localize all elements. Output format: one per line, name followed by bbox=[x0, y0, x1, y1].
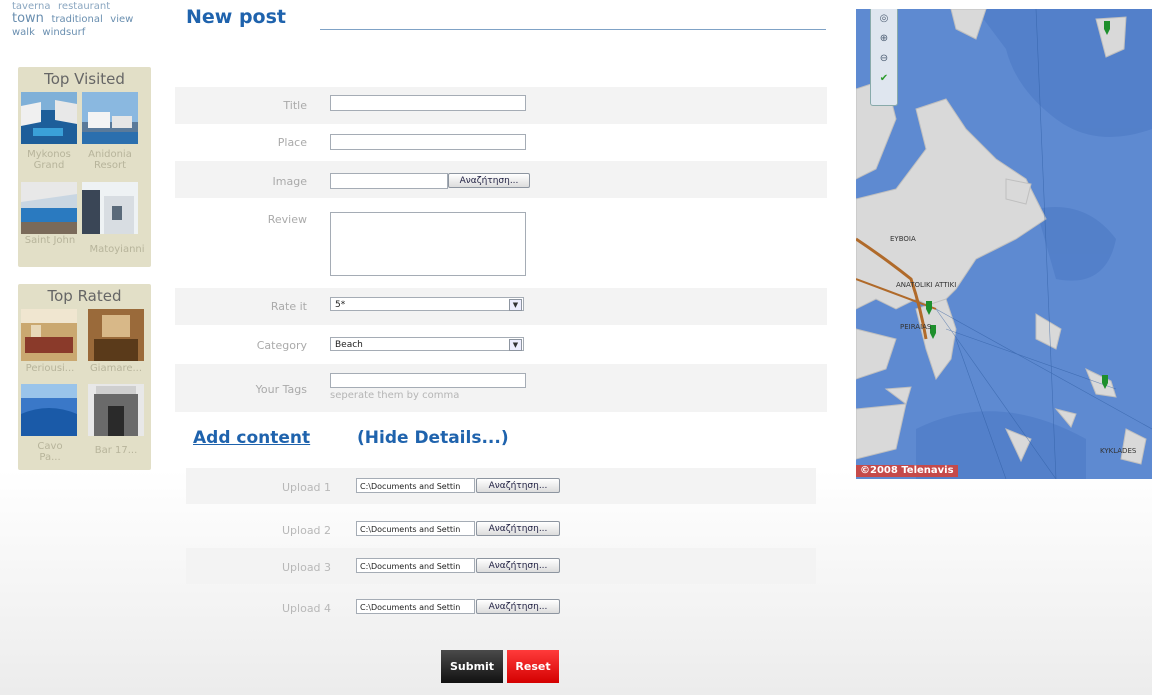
map-view[interactable]: EYBOIA ANATOLIKI ATTIKI PEIRAIAS KYKLADE… bbox=[856, 9, 1152, 479]
upload-file-input[interactable]: C:\Documents and Settin bbox=[356, 521, 475, 536]
review-label: Review bbox=[267, 213, 307, 226]
upload-file-input[interactable]: C:\Documents and Settin bbox=[356, 599, 475, 614]
thumbnail-caption[interactable]: Saint John bbox=[21, 235, 79, 246]
top-rated-box: Top Rated Periousi... Giamare... Cavo Pa… bbox=[18, 284, 151, 470]
thumbnail-caption[interactable]: Anidonia Resort bbox=[82, 149, 138, 171]
thumbnail-caption[interactable]: Matoyianni bbox=[82, 244, 152, 255]
add-content-link[interactable]: Add content bbox=[193, 428, 310, 448]
photo-street-icon bbox=[82, 182, 138, 234]
chevron-down-icon[interactable]: ▼ bbox=[509, 299, 522, 311]
rate-row: Rate it 5* ▼ bbox=[175, 288, 827, 325]
tag-link[interactable]: view bbox=[110, 14, 133, 25]
upload-browse-button[interactable]: Αναζήτηση... bbox=[476, 599, 560, 614]
submit-button[interactable]: Submit bbox=[441, 650, 503, 683]
tags-label: Your Tags bbox=[255, 383, 307, 396]
rate-label: Rate it bbox=[270, 300, 307, 313]
place-input[interactable] bbox=[330, 134, 526, 150]
upload-row-1: Upload 1 C:\Documents and Settin Αναζήτη… bbox=[186, 468, 816, 504]
place-row: Place bbox=[175, 124, 827, 161]
tag-link[interactable]: windsurf bbox=[42, 27, 85, 38]
category-label: Category bbox=[256, 339, 307, 352]
image-label: Image bbox=[272, 175, 307, 188]
map-canvas: EYBOIA ANATOLIKI ATTIKI PEIRAIAS KYKLADE… bbox=[856, 9, 1152, 479]
map-copyright: ©2008 Telenavis bbox=[856, 465, 958, 477]
upload-label: Upload 4 bbox=[282, 602, 332, 615]
thumbnail-caption[interactable]: Mykonos Grand bbox=[21, 149, 77, 171]
thumbnail[interactable] bbox=[21, 384, 77, 436]
tags-input[interactable] bbox=[330, 373, 526, 388]
category-select[interactable]: Beach ▼ bbox=[330, 337, 524, 351]
tags-hint: seperate them by comma bbox=[330, 390, 460, 401]
thumbnail-caption[interactable]: Giamare... bbox=[84, 363, 148, 374]
photo-interior-icon bbox=[88, 309, 144, 361]
image-row: Image Αναζήτηση... bbox=[175, 161, 827, 198]
thumbnail-caption[interactable]: Cavo Pa... bbox=[32, 441, 68, 463]
tag-link[interactable]: traditional bbox=[51, 14, 102, 25]
checkmark-icon[interactable]: ✔ bbox=[871, 69, 897, 89]
upload-label: Upload 3 bbox=[282, 561, 332, 574]
title-label: Title bbox=[283, 99, 307, 112]
tags-row: Your Tags seperate them by comma bbox=[175, 364, 827, 412]
chevron-down-icon[interactable]: ▼ bbox=[509, 339, 522, 351]
category-select-value: Beach bbox=[335, 340, 363, 350]
photo-bar-icon bbox=[88, 384, 144, 436]
thumbnail[interactable] bbox=[82, 92, 138, 144]
map-label: KYKLADES bbox=[1100, 447, 1137, 455]
hide-details-link[interactable]: (Hide Details...) bbox=[357, 428, 509, 448]
upload-row-4: Upload 4 C:\Documents and Settin Αναζήτη… bbox=[186, 589, 816, 625]
top-rated-title: Top Rated bbox=[47, 287, 122, 305]
page-title: New post bbox=[186, 6, 287, 28]
thumbnail[interactable] bbox=[88, 384, 144, 436]
photo-resort-icon bbox=[82, 92, 138, 144]
thumbnail[interactable] bbox=[88, 309, 144, 361]
reset-button[interactable]: Reset bbox=[507, 650, 559, 683]
thumbnail-caption[interactable]: Periousi... bbox=[20, 363, 80, 374]
upload-label: Upload 1 bbox=[282, 481, 332, 494]
upload-browse-button[interactable]: Αναζήτηση... bbox=[476, 558, 560, 573]
map-label: PEIRAIAS bbox=[900, 323, 932, 331]
image-browse-button[interactable]: Αναζήτηση... bbox=[448, 173, 530, 188]
thumbnail[interactable] bbox=[21, 182, 77, 234]
title-row: Title bbox=[175, 87, 827, 124]
rate-select[interactable]: 5* ▼ bbox=[330, 297, 524, 311]
upload-browse-button[interactable]: Αναζήτηση... bbox=[476, 521, 560, 536]
image-file-input[interactable] bbox=[330, 173, 448, 189]
thumbnail[interactable] bbox=[21, 309, 77, 361]
map-label: ANATOLIKI ATTIKI bbox=[896, 281, 956, 289]
zoom-out-icon[interactable]: ⊖ bbox=[871, 49, 897, 69]
tag-link[interactable]: walk bbox=[12, 27, 35, 38]
top-visited-box: Top Visited Mykonos Grand Anidonia Resor… bbox=[18, 67, 151, 267]
photo-lounge-icon bbox=[21, 309, 77, 361]
review-textarea[interactable] bbox=[330, 212, 526, 276]
photo-seaview-icon bbox=[21, 384, 77, 436]
top-visited-title: Top Visited bbox=[44, 70, 125, 88]
rate-select-value: 5* bbox=[335, 300, 346, 310]
tag-link[interactable]: restaurant bbox=[58, 1, 110, 12]
thumbnail-caption[interactable]: Bar 17... bbox=[84, 445, 148, 456]
tag-cloud: taverna restaurant town traditional view… bbox=[12, 0, 152, 39]
upload-label: Upload 2 bbox=[282, 524, 332, 537]
place-label: Place bbox=[277, 136, 307, 149]
upload-row-2: Upload 2 C:\Documents and Settin Αναζήτη… bbox=[186, 511, 816, 547]
review-row: Review bbox=[175, 204, 827, 282]
title-divider bbox=[320, 29, 826, 30]
category-row: Category Beach ▼ bbox=[175, 325, 827, 362]
title-input[interactable] bbox=[330, 95, 526, 111]
photo-pool-icon bbox=[21, 92, 77, 144]
thumbnail[interactable] bbox=[82, 182, 138, 234]
upload-file-input[interactable]: C:\Documents and Settin bbox=[356, 558, 475, 573]
photo-terrace-icon bbox=[21, 182, 77, 234]
map-pan-icon[interactable]: ◎ bbox=[871, 9, 897, 29]
thumbnail[interactable] bbox=[21, 92, 77, 144]
map-zoom-controls: ◎ ⊕ ⊖ ✔ bbox=[870, 9, 898, 106]
zoom-in-icon[interactable]: ⊕ bbox=[871, 29, 897, 49]
tag-link[interactable]: town bbox=[12, 11, 44, 26]
upload-row-3: Upload 3 C:\Documents and Settin Αναζήτη… bbox=[186, 548, 816, 584]
upload-file-input[interactable]: C:\Documents and Settin bbox=[356, 478, 475, 493]
upload-browse-button[interactable]: Αναζήτηση... bbox=[476, 478, 560, 493]
map-label: EYBOIA bbox=[890, 235, 916, 243]
